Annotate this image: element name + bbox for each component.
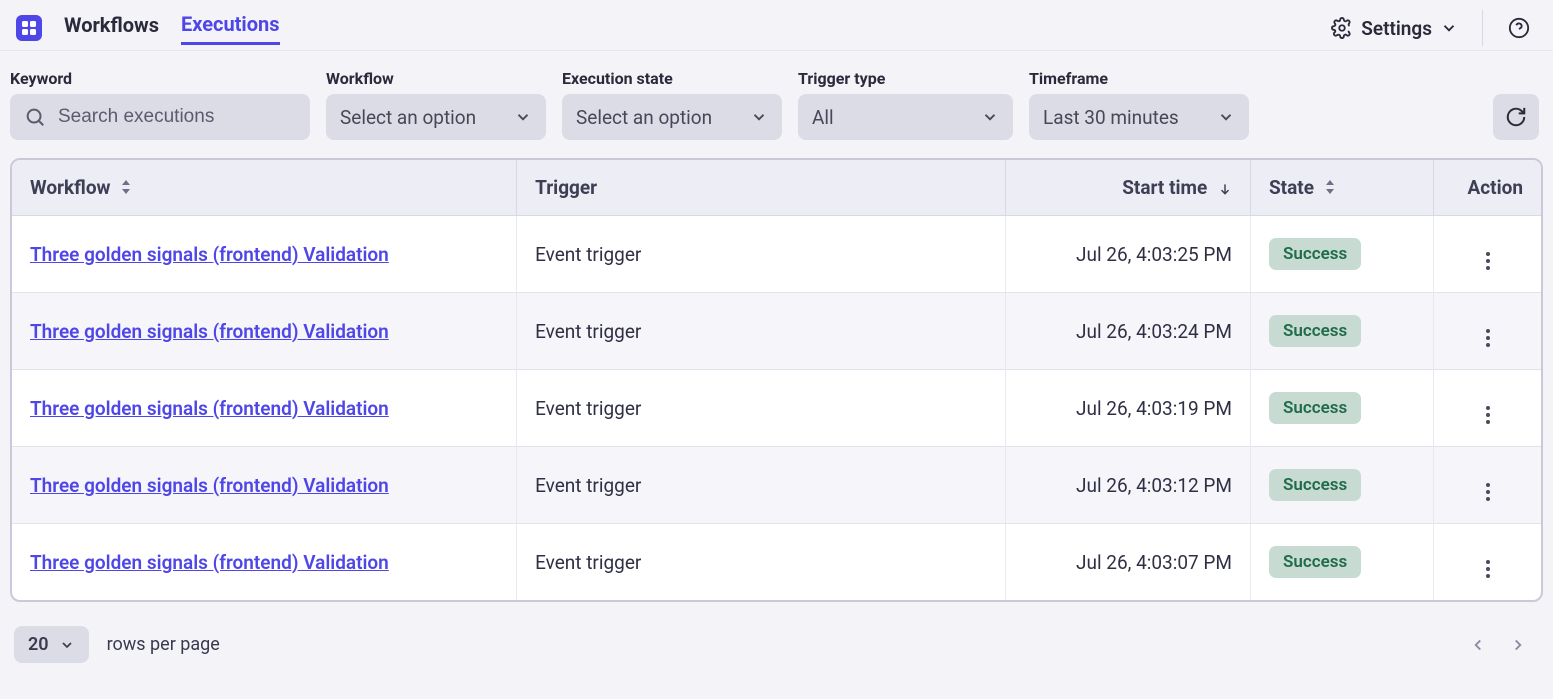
workflow-filter-value: Select an option <box>340 106 476 129</box>
start-time-cell: Jul 26, 4:03:24 PM <box>1006 293 1251 370</box>
chevron-down-icon <box>514 108 532 126</box>
top-navbar: Workflows Executions Settings <box>0 0 1553 51</box>
chevron-down-icon <box>750 108 768 126</box>
row-actions-menu[interactable] <box>1486 483 1490 501</box>
tab-workflows[interactable]: Workflows <box>64 13 159 43</box>
trigger-filter-label: Trigger type <box>798 69 1013 88</box>
col-header-state[interactable]: State <box>1250 160 1433 216</box>
trigger-cell: Event trigger <box>517 370 1006 447</box>
start-time-cell: Jul 26, 4:03:12 PM <box>1006 447 1251 524</box>
workflow-link[interactable]: Three golden signals (frontend) Validati… <box>30 243 389 266</box>
start-time-cell: Jul 26, 4:03:07 PM <box>1006 524 1251 601</box>
table-row: Three golden signals (frontend) Validati… <box>12 370 1541 447</box>
trigger-cell: Event trigger <box>517 524 1006 601</box>
page-size-select[interactable]: 20 <box>14 626 89 663</box>
pagination-bar: 20 rows per page <box>0 612 1553 683</box>
workflow-link[interactable]: Three golden signals (frontend) Validati… <box>30 474 389 497</box>
rows-per-page-label: rows per page <box>107 634 220 655</box>
settings-label: Settings <box>1361 17 1432 40</box>
sort-down-icon <box>1218 182 1232 196</box>
state-filter-select[interactable]: Select an option <box>562 94 782 140</box>
col-header-start-label: Start time <box>1122 176 1207 199</box>
status-badge: Success <box>1269 469 1361 501</box>
keyword-search[interactable] <box>10 94 310 140</box>
workflow-link[interactable]: Three golden signals (frontend) Validati… <box>30 551 389 574</box>
trigger-filter-select[interactable]: All <box>798 94 1013 140</box>
trigger-cell: Event trigger <box>517 447 1006 524</box>
refresh-icon <box>1505 106 1527 128</box>
sort-icon <box>1325 180 1335 194</box>
timeframe-filter-value: Last 30 minutes <box>1043 106 1179 129</box>
keyword-label: Keyword <box>10 69 310 88</box>
status-badge: Success <box>1269 238 1361 270</box>
tab-executions[interactable]: Executions <box>181 12 280 45</box>
status-badge: Success <box>1269 546 1361 578</box>
col-header-state-label: State <box>1269 176 1314 199</box>
chevron-down-icon <box>1217 108 1235 126</box>
workflow-link[interactable]: Three golden signals (frontend) Validati… <box>30 320 389 343</box>
start-time-cell: Jul 26, 4:03:25 PM <box>1006 216 1251 293</box>
help-button[interactable] <box>1501 10 1537 46</box>
refresh-button[interactable] <box>1493 94 1539 140</box>
sort-icon <box>121 180 131 194</box>
workflow-link[interactable]: Three golden signals (frontend) Validati… <box>30 397 389 420</box>
row-actions-menu[interactable] <box>1486 252 1490 270</box>
workflow-filter-select[interactable]: Select an option <box>326 94 546 140</box>
app-logo-icon <box>16 15 42 41</box>
table-row: Three golden signals (frontend) Validati… <box>12 293 1541 370</box>
trigger-filter-value: All <box>812 106 834 129</box>
col-header-start[interactable]: Start time <box>1006 160 1251 216</box>
search-icon <box>24 106 46 128</box>
col-header-workflow[interactable]: Workflow <box>12 160 517 216</box>
settings-menu[interactable]: Settings <box>1325 13 1464 44</box>
chevron-down-icon <box>59 637 75 653</box>
row-actions-menu[interactable] <box>1486 329 1490 347</box>
search-input[interactable] <box>58 106 296 128</box>
state-filter-label: Execution state <box>562 69 782 88</box>
col-header-workflow-label: Workflow <box>30 176 111 199</box>
table-row: Three golden signals (frontend) Validati… <box>12 524 1541 601</box>
page-size-value: 20 <box>28 634 49 655</box>
table-row: Three golden signals (frontend) Validati… <box>12 447 1541 524</box>
trigger-cell: Event trigger <box>517 216 1006 293</box>
chevron-right-icon <box>1509 636 1527 654</box>
chevron-left-icon <box>1469 636 1487 654</box>
gear-icon <box>1331 17 1353 39</box>
timeframe-filter-select[interactable]: Last 30 minutes <box>1029 94 1249 140</box>
start-time-cell: Jul 26, 4:03:19 PM <box>1006 370 1251 447</box>
timeframe-filter-label: Timeframe <box>1029 69 1249 88</box>
status-badge: Success <box>1269 392 1361 424</box>
filter-bar: Keyword Workflow Select an option Execut… <box>0 51 1553 152</box>
table-row: Three golden signals (frontend) Validati… <box>12 216 1541 293</box>
status-badge: Success <box>1269 315 1361 347</box>
state-filter-value: Select an option <box>576 106 712 129</box>
next-page-button[interactable] <box>1509 636 1527 654</box>
vertical-divider <box>1482 10 1483 46</box>
row-actions-menu[interactable] <box>1486 560 1490 578</box>
col-header-trigger: Trigger <box>517 160 1006 216</box>
help-icon <box>1508 17 1530 39</box>
chevron-down-icon <box>981 108 999 126</box>
col-header-action: Action <box>1434 160 1541 216</box>
chevron-down-icon <box>1440 19 1458 37</box>
workflow-filter-label: Workflow <box>326 69 546 88</box>
prev-page-button[interactable] <box>1469 636 1487 654</box>
trigger-cell: Event trigger <box>517 293 1006 370</box>
row-actions-menu[interactable] <box>1486 406 1490 424</box>
executions-table: Workflow Trigger Start time State <box>10 158 1543 602</box>
